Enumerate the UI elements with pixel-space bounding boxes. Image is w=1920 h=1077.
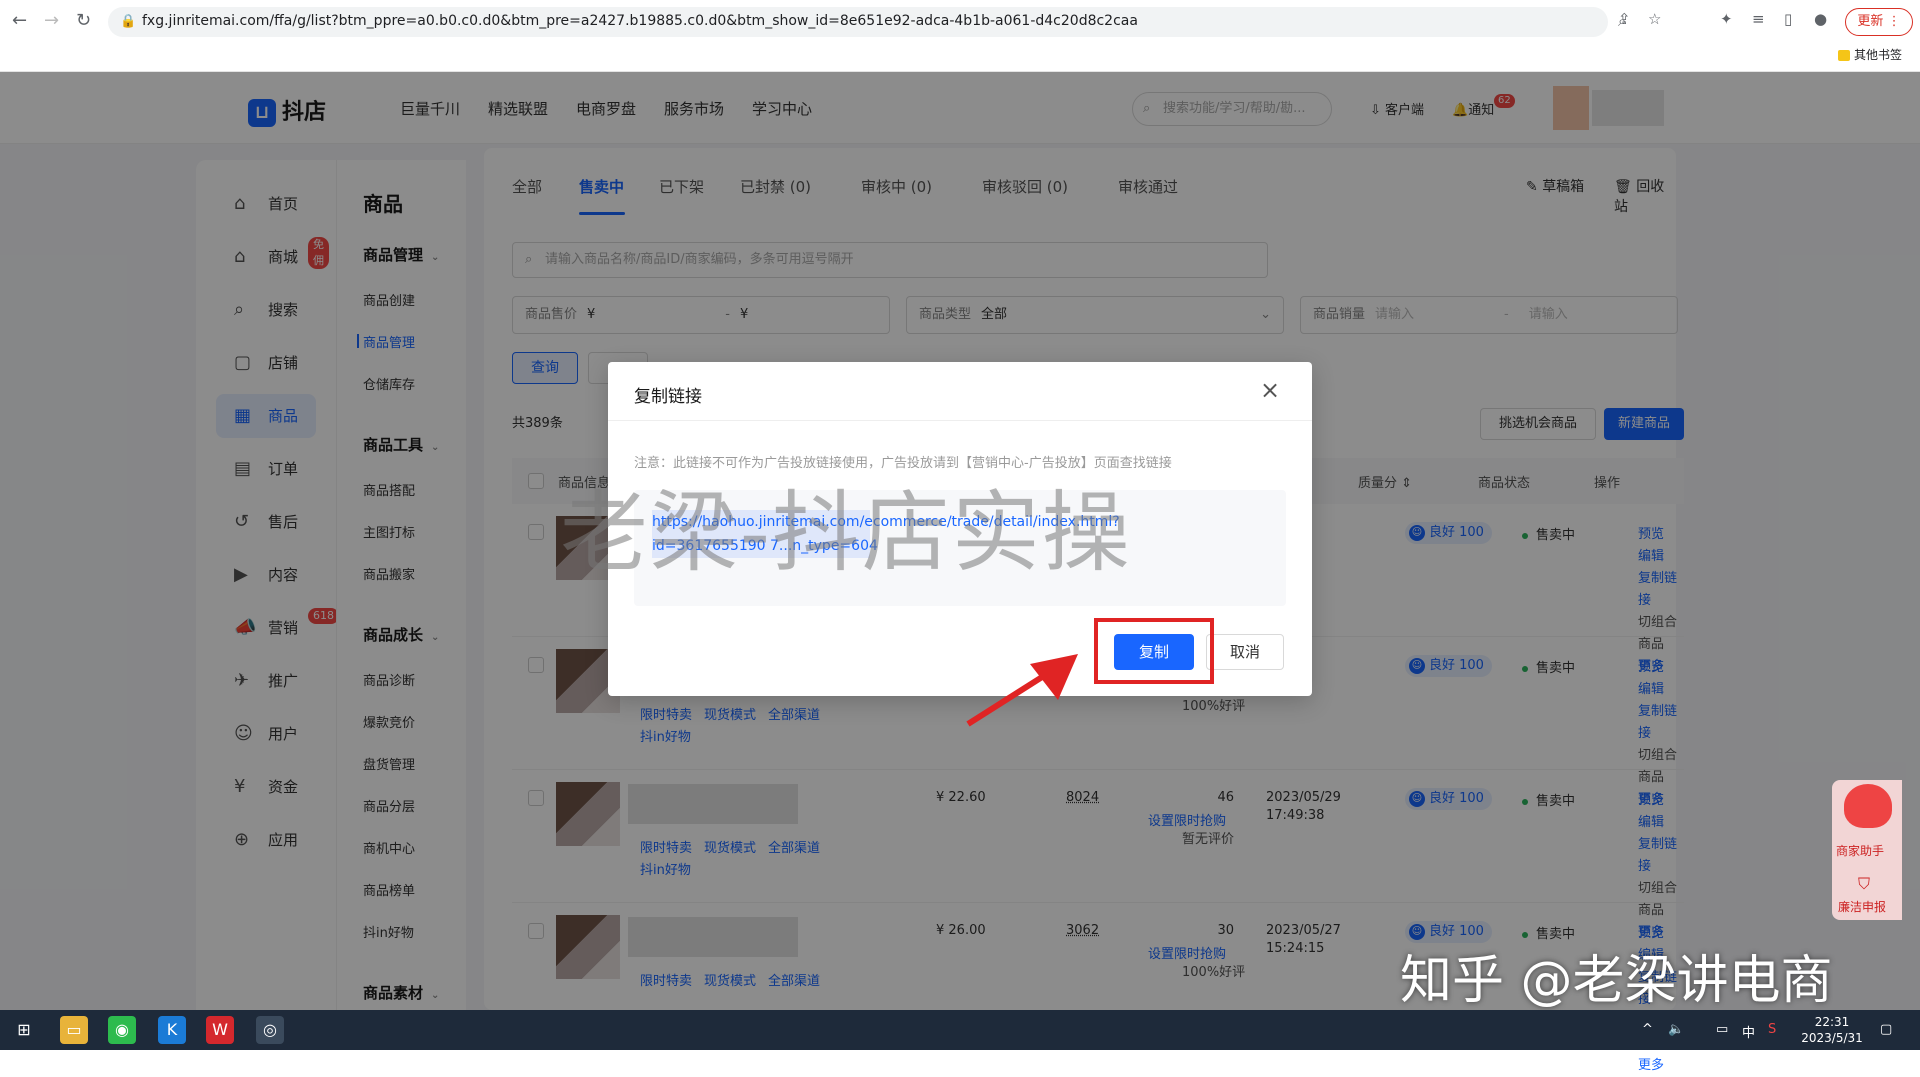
update-label: 更新 [1857,14,1884,29]
clock[interactable]: 22:31 2023/5/31 [1800,1014,1864,1046]
shield-icon: ⛉ [1858,874,1871,893]
notification-icon[interactable]: ▢ [1880,1022,1892,1037]
assistant-title: 商家助手 [1836,844,1885,858]
ime-indicator[interactable]: 中 [1742,1022,1755,1041]
network-icon[interactable]: ▭ [1716,1022,1728,1037]
highlight-box [1094,618,1214,684]
address-bar[interactable]: 🔒 fxg.jinritemai.com/ffa/g/list?btm_ppre… [108,7,1626,37]
profile-icon[interactable]: ● [1814,10,1827,28]
bookmarks-label: 其他书签 [1854,48,1903,62]
dialog-divider [608,420,1312,421]
share-icon[interactable]: ⇪ [1618,10,1631,28]
row-action-4[interactable]: 更多 [1638,1055,1684,1077]
sogou-icon[interactable]: S [1768,1022,1776,1037]
tray-expand-icon[interactable]: ^ [1642,1022,1653,1037]
reload-icon[interactable]: ↻ [76,10,91,31]
volume-icon[interactable]: 🔈 [1668,1022,1684,1037]
chrome-icon[interactable]: ◎ [256,1016,284,1044]
clock-time: 22:31 [1814,1015,1850,1029]
clock-date: 2023/5/31 [1801,1031,1863,1045]
dialog-title: 复制链接 [634,387,702,407]
forward-icon[interactable]: → [44,10,59,31]
credit-watermark: 知乎 @老梁讲电商 [1400,951,1833,1011]
cancel-button[interactable]: 取消 [1206,634,1284,670]
close-icon[interactable]: × [1260,376,1280,404]
merchant-assistant[interactable]: 商家助手 ⛉ 廉洁申报 [1832,780,1902,920]
report-label[interactable]: 廉洁申报 [1838,898,1886,915]
folder-icon [1838,50,1850,61]
star-icon[interactable]: ☆ [1648,10,1661,28]
windows-start-icon[interactable]: ⊞ [10,1016,38,1044]
back-icon[interactable]: ← [12,10,27,31]
arrow-shaft [966,669,1052,727]
annotation-arrow [966,654,1078,727]
robot-icon [1844,784,1892,828]
update-button[interactable]: 更新 ⋮ [1845,8,1913,36]
sidepanel-icon[interactable]: ▯ [1784,10,1792,28]
taskbar: ⊞ ▭ ◉ K W ◎ ^ 🔈 ▭ 中 S 22:31 2023/5/31 ▢ [0,1010,1920,1050]
wps-icon[interactable]: W [206,1016,234,1044]
browser-chrome: ← → ↻ 🔒 fxg.jinritemai.com/ffa/g/list?bt… [0,0,1920,72]
other-bookmarks[interactable]: 其他书签 [1838,46,1902,63]
file-explorer-icon[interactable]: ▭ [60,1016,88,1044]
url-text: fxg.jinritemai.com/ffa/g/list?btm_ppre=a… [142,13,1138,29]
watermark: 老梁-抖店实操 [560,481,1132,584]
wechat-icon[interactable]: ◉ [108,1016,136,1044]
lock-icon: 🔒 [120,14,137,29]
extensions-icon[interactable]: ✦ [1720,10,1733,28]
reading-list-icon[interactable]: ≡ [1752,10,1765,28]
app-k-icon[interactable]: K [158,1016,186,1044]
